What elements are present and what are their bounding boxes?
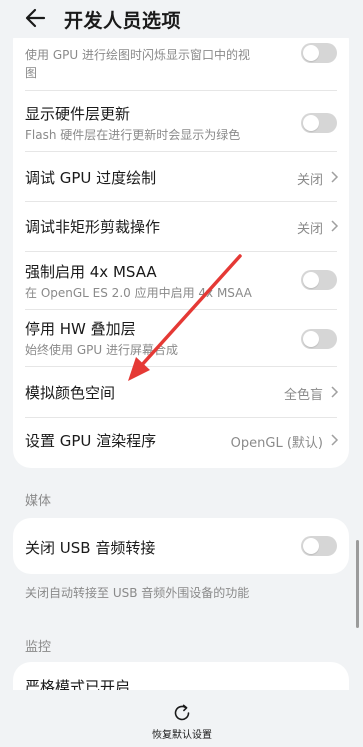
monitor-section-label: 监控: [25, 640, 52, 655]
color-space-title: 模拟颜色空间: [25, 384, 116, 402]
color-space-value: 全色盲: [283, 388, 323, 403]
toggle-knob: [303, 538, 319, 554]
scrollbar[interactable]: [356, 540, 359, 628]
gpu-overdraw-value: 关闭: [296, 173, 323, 188]
hw-layers-subtitle: Flash 硬件层在进行更新时会显示为绿色: [25, 128, 241, 142]
top-bar: 开发人员选项: [0, 0, 363, 38]
toggle-knob: [303, 272, 319, 288]
chevron-right-icon: [331, 434, 339, 446]
hw-layers-title: 显示硬件层更新: [25, 105, 131, 123]
gpu-overdraw-title: 调试 GPU 过度绘制: [25, 169, 157, 187]
non-rect-clip-row[interactable]: 调试非矩形剪裁操作 关闭: [13, 202, 349, 250]
chevron-right-icon: [331, 171, 339, 183]
usb-audio-toggle[interactable]: [301, 536, 337, 556]
non-rect-clip-value: 关闭: [296, 222, 323, 237]
toggle-knob: [303, 45, 319, 61]
back-arrow-icon[interactable]: [22, 4, 50, 32]
msaa-subtitle: 在 OpenGL ES 2.0 应用中启用 4x MSAA: [25, 286, 252, 300]
refresh-icon: [174, 704, 190, 721]
hw-overlay-toggle[interactable]: [301, 329, 337, 349]
gpu-renderer-value: OpenGL (默认): [230, 436, 323, 451]
chevron-right-icon: [331, 220, 339, 232]
gpu-overdraw-row[interactable]: 调试 GPU 过度绘制 关闭: [13, 152, 349, 200]
gpu-flash-toggle[interactable]: [301, 43, 337, 63]
page-title: 开发人员选项: [64, 10, 182, 32]
toggle-knob: [303, 331, 319, 347]
non-rect-clip-title: 调试非矩形剪裁操作: [25, 218, 161, 236]
gpu-renderer-row[interactable]: 设置 GPU 渲染程序 OpenGL (默认): [13, 418, 349, 468]
media-section-label: 媒体: [25, 494, 52, 509]
hw-overlay-row[interactable]: 停用 HW 叠加层 始终使用 GPU 进行屏幕合成: [13, 310, 349, 365]
bottom-bar: 恢复默认设置: [0, 690, 363, 747]
usb-audio-title: 关闭 USB 音频转接: [25, 539, 156, 557]
usb-audio-row[interactable]: 关闭 USB 音频转接: [13, 518, 349, 574]
reset-defaults-label: 恢复默认设置: [152, 730, 212, 741]
gpu-flash-subtitle-line1: 使用 GPU 进行绘图时闪烁显示窗口中的视: [25, 48, 250, 62]
usb-audio-note: 关闭自动转接至 USB 音频外围设备的功能: [25, 586, 250, 600]
hw-overlay-title: 停用 HW 叠加层: [25, 320, 136, 338]
hw-layers-toggle[interactable]: [301, 113, 337, 133]
gpu-flash-subtitle-line2: 图: [25, 66, 38, 80]
msaa-title: 强制启用 4x MSAA: [25, 263, 157, 281]
msaa-toggle[interactable]: [301, 270, 337, 290]
color-space-row[interactable]: 模拟颜色空间 全色盲: [13, 367, 349, 416]
media-card: 关闭 USB 音频转接: [13, 518, 349, 574]
graphics-settings-card: 使用 GPU 进行绘图时闪烁显示窗口中的视 图 显示硬件层更新 Flash 硬件…: [13, 22, 349, 468]
msaa-row[interactable]: 强制启用 4x MSAA 在 OpenGL ES 2.0 应用中启用 4x MS…: [13, 252, 349, 307]
chevron-right-icon: [331, 386, 339, 398]
gpu-renderer-title: 设置 GPU 渲染程序: [25, 432, 157, 450]
reset-defaults-button[interactable]: 恢复默认设置: [142, 692, 222, 744]
toggle-knob: [303, 115, 319, 131]
hw-layers-row[interactable]: 显示硬件层更新 Flash 硬件层在进行更新时会显示为绿色: [13, 91, 349, 150]
gpu-flash-subtitle: 使用 GPU 进行绘图时闪烁显示窗口中的视 图: [25, 46, 250, 82]
hw-overlay-subtitle: 始终使用 GPU 进行屏幕合成: [25, 343, 178, 357]
